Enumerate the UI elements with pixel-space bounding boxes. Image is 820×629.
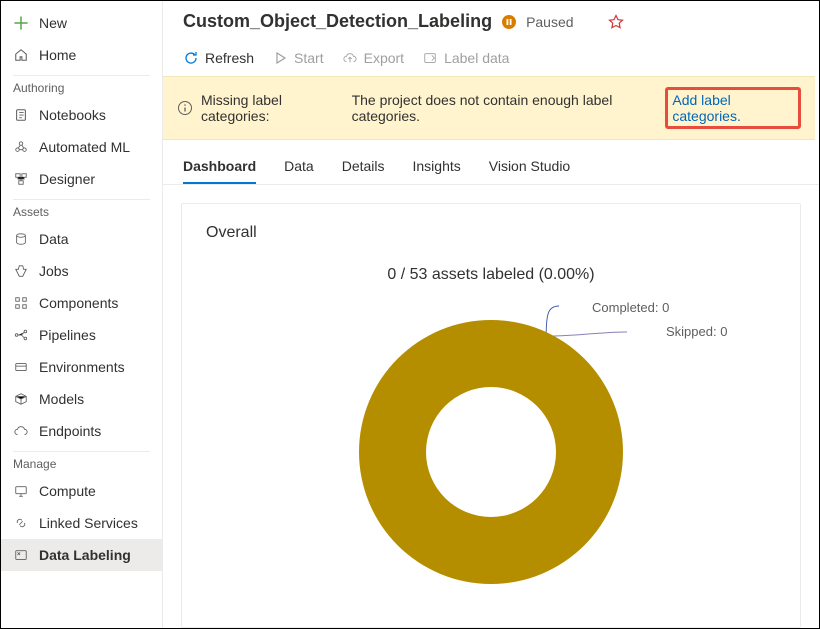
sidebar-item-label: Models <box>39 391 84 407</box>
section-assets: Assets <box>1 195 162 223</box>
jobs-icon <box>13 263 29 279</box>
status-text: Paused <box>526 14 573 30</box>
content: Overall 0 / 53 assets labeled (0.00%) Co… <box>163 185 819 628</box>
refresh-icon <box>183 50 199 66</box>
sidebar-item-label: Data Labeling <box>39 547 131 563</box>
page-title: Custom_Object_Detection_Labeling <box>183 11 492 32</box>
info-icon <box>177 100 193 116</box>
start-label: Start <box>294 50 324 66</box>
sidebar-item-home[interactable]: Home <box>1 39 162 71</box>
sidebar: New Home Authoring Notebooks Automated M… <box>1 1 163 628</box>
sidebar-item-label: Home <box>39 47 76 63</box>
alert-banner: Missing label categories: The project do… <box>163 76 815 140</box>
link-icon <box>13 515 29 531</box>
sidebar-item-label: Endpoints <box>39 423 101 439</box>
sidebar-item-pipelines[interactable]: Pipelines <box>1 319 162 351</box>
export-label: Export <box>364 50 404 66</box>
environments-icon <box>13 359 29 375</box>
sidebar-item-jobs[interactable]: Jobs <box>1 255 162 287</box>
section-authoring: Authoring <box>1 71 162 99</box>
sidebar-item-label: Linked Services <box>39 515 138 531</box>
tab-vision-studio[interactable]: Vision Studio <box>489 148 570 184</box>
label-icon <box>422 50 438 66</box>
add-label-categories-link[interactable]: Add label categories. <box>672 92 740 124</box>
tab-insights[interactable]: Insights <box>413 148 461 184</box>
favorite-button[interactable] <box>608 14 624 30</box>
overall-card: Overall 0 / 53 assets labeled (0.00%) Co… <box>181 203 801 628</box>
labeling-icon <box>13 547 29 563</box>
donut-chart: Completed: 0 Skipped: 0 <box>206 294 776 614</box>
sidebar-item-data[interactable]: Data <box>1 223 162 255</box>
overall-heading: Overall <box>206 224 776 242</box>
play-icon <box>272 50 288 66</box>
designer-icon <box>13 171 29 187</box>
sidebar-item-automl[interactable]: Automated ML <box>1 131 162 163</box>
sidebar-item-label: Designer <box>39 171 95 187</box>
sidebar-item-designer[interactable]: Designer <box>1 163 162 195</box>
sidebar-item-components[interactable]: Components <box>1 287 162 319</box>
plus-icon <box>13 15 29 31</box>
sidebar-item-labeling[interactable]: Data Labeling <box>1 539 162 571</box>
compute-icon <box>13 483 29 499</box>
label-data-label: Label data <box>444 50 509 66</box>
sidebar-item-environments[interactable]: Environments <box>1 351 162 383</box>
automl-icon <box>13 139 29 155</box>
legend-skipped: Skipped: 0 <box>666 324 727 339</box>
alert-title: Missing label categories: <box>201 92 344 124</box>
start-button[interactable]: Start <box>272 50 324 66</box>
section-manage: Manage <box>1 447 162 475</box>
models-icon <box>13 391 29 407</box>
label-data-button[interactable]: Label data <box>422 50 509 66</box>
tab-data[interactable]: Data <box>284 148 314 184</box>
components-icon <box>13 295 29 311</box>
legend-completed: Completed: 0 <box>592 300 669 315</box>
pipelines-icon <box>13 327 29 343</box>
notebook-icon <box>13 107 29 123</box>
tabs: Dashboard Data Details Insights Vision S… <box>163 148 819 185</box>
sidebar-item-label: Data <box>39 231 69 247</box>
export-button[interactable]: Export <box>342 50 404 66</box>
sidebar-item-label: Components <box>39 295 118 311</box>
sidebar-item-notebooks[interactable]: Notebooks <box>1 99 162 131</box>
sidebar-item-label: Jobs <box>39 263 69 279</box>
sidebar-item-label: Compute <box>39 483 96 499</box>
alert-body: The project does not contain enough labe… <box>352 92 662 124</box>
sidebar-item-label: Automated ML <box>39 139 130 155</box>
main: Custom_Object_Detection_Labeling Paused … <box>163 1 819 628</box>
export-icon <box>342 50 358 66</box>
tab-details[interactable]: Details <box>342 148 385 184</box>
data-icon <box>13 231 29 247</box>
refresh-button[interactable]: Refresh <box>183 50 254 66</box>
sidebar-item-endpoints[interactable]: Endpoints <box>1 415 162 447</box>
sidebar-item-label: Environments <box>39 359 125 375</box>
sidebar-item-linked[interactable]: Linked Services <box>1 507 162 539</box>
pause-icon <box>502 15 516 29</box>
sidebar-item-label: Notebooks <box>39 107 106 123</box>
home-icon <box>13 47 29 63</box>
sidebar-item-label: Pipelines <box>39 327 96 343</box>
sidebar-item-compute[interactable]: Compute <box>1 475 162 507</box>
chart-summary: 0 / 53 assets labeled (0.00%) <box>206 266 776 284</box>
sidebar-item-models[interactable]: Models <box>1 383 162 415</box>
new-button[interactable]: New <box>1 7 162 39</box>
toolbar: Refresh Start Export Label data <box>163 38 819 76</box>
new-label: New <box>39 15 67 31</box>
header: Custom_Object_Detection_Labeling Paused <box>163 1 819 38</box>
endpoints-icon <box>13 423 29 439</box>
refresh-label: Refresh <box>205 50 254 66</box>
donut-ring <box>359 320 623 584</box>
tab-dashboard[interactable]: Dashboard <box>183 148 256 184</box>
